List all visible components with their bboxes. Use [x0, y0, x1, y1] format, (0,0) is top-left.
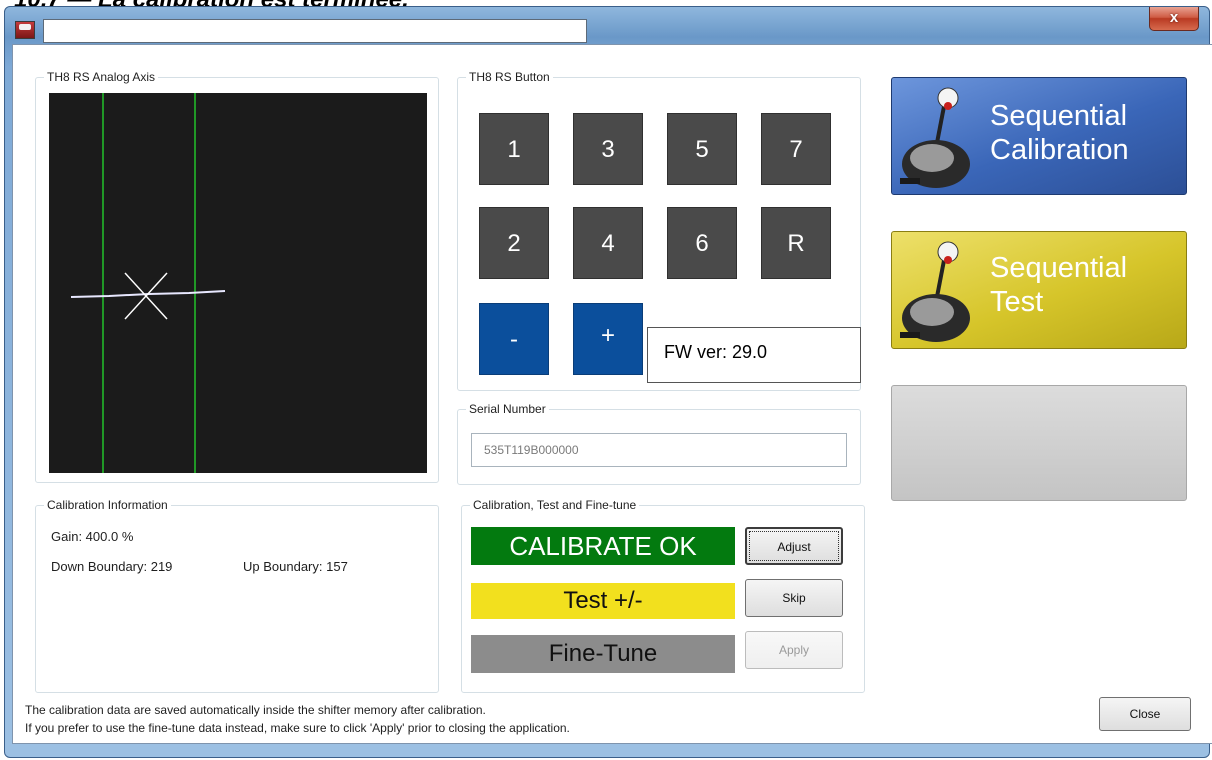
calibration-info-legend: Calibration Information: [44, 497, 171, 513]
sequential-calibration-button[interactable]: Sequential Calibration: [891, 77, 1187, 195]
analog-axis-display: [49, 93, 427, 473]
calibration-panel-legend: Calibration, Test and Fine-tune: [470, 497, 640, 513]
title-bar: x: [5, 7, 1209, 47]
sequential-calibration-line2: Calibration: [990, 134, 1129, 166]
shifter-icon: [900, 87, 970, 188]
shifter-icon: [900, 241, 970, 342]
gear-4-button[interactable]: 4: [573, 207, 643, 279]
gear-6-button[interactable]: 6: [667, 207, 737, 279]
adjust-button[interactable]: Adjust: [745, 527, 843, 565]
down-boundary-label: Down Boundary: 219: [51, 559, 173, 574]
gear-5-button[interactable]: 5: [667, 113, 737, 185]
seq-minus-button[interactable]: -: [479, 303, 549, 375]
sequential-test-line1: Sequential: [990, 252, 1128, 284]
client-area: TH8 RS Analog Axis TH8 RS Button 1 3 5 7…: [12, 44, 1212, 744]
test-status: Test +/-: [471, 583, 735, 619]
footer-note-line2: If you prefer to use the fine-tune data …: [25, 721, 570, 735]
sequential-test-line2: Test: [990, 286, 1044, 318]
serial-number-field[interactable]: 535T119B000000: [471, 433, 847, 467]
close-button[interactable]: Close: [1099, 697, 1191, 731]
finetune-status: Fine-Tune: [471, 635, 735, 673]
sequential-calibration-line1: Sequential: [990, 100, 1128, 132]
firmware-version: FW ver: 29.0: [647, 327, 861, 383]
sequential-test-button[interactable]: Sequential Test: [891, 231, 1187, 349]
gear-3-button[interactable]: 3: [573, 113, 643, 185]
analog-axis-plot: [70, 93, 226, 473]
blank-side-button[interactable]: [891, 385, 1187, 501]
app-icon: [15, 21, 35, 39]
gear-2-button[interactable]: 2: [479, 207, 549, 279]
gear-r-button[interactable]: R: [761, 207, 831, 279]
window-title: [43, 19, 587, 43]
serial-legend: Serial Number: [466, 401, 549, 417]
analog-axis-legend: TH8 RS Analog Axis: [44, 69, 159, 85]
buttons-legend: TH8 RS Button: [466, 69, 553, 85]
up-boundary-label: Up Boundary: 157: [243, 559, 348, 574]
gear-1-button[interactable]: 1: [479, 113, 549, 185]
gear-7-button[interactable]: 7: [761, 113, 831, 185]
footer-note-line1: The calibration data are saved automatic…: [25, 703, 486, 717]
calibrate-status: CALIBRATE OK: [471, 527, 735, 565]
apply-button[interactable]: Apply: [745, 631, 843, 669]
seq-plus-button[interactable]: +: [573, 303, 643, 375]
skip-button[interactable]: Skip: [745, 579, 843, 617]
gain-label: Gain: 400.0 %: [51, 529, 134, 544]
window-close-button[interactable]: x: [1149, 7, 1199, 31]
